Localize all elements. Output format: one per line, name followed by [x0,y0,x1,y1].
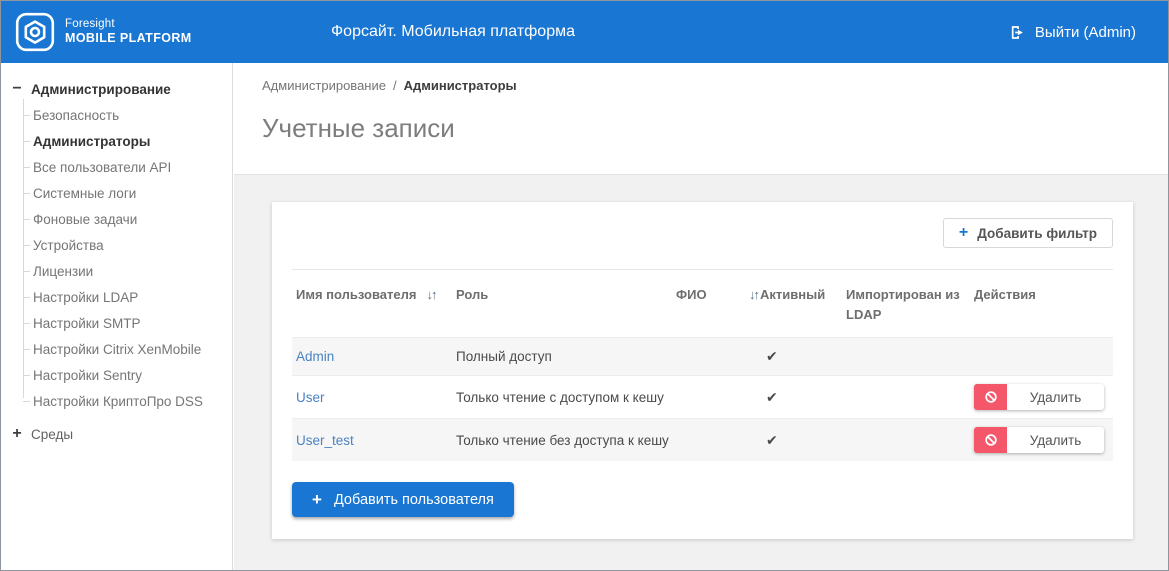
check-icon: ✔ [766,388,778,405]
sidebar-item-label: Устройства [33,237,104,253]
column-label: Действия [974,287,1036,302]
column-header-username: Имя пользователя ↓↑ [296,285,456,305]
delete-button-label: Удалить [1029,432,1082,448]
sidebar-item-administration[interactable]: − Администрирование [1,76,232,102]
delete-user-button[interactable]: Удалить [974,427,1104,454]
sidebar-item-label: Настройки Sentry [33,367,142,383]
username-link[interactable]: User_test [296,433,354,448]
sidebar-item-label: Фоновые задачи [33,211,138,227]
sidebar-item-administrators[interactable]: Администраторы [23,128,232,154]
brand-text: Foresight MOBILE PLATFORM [65,17,192,47]
plus-icon[interactable]: + [11,426,23,442]
column-label: ФИО [676,287,707,302]
sidebar-item-security[interactable]: Безопасность [23,102,232,128]
sidebar-nav: − Администрирование Безопасность Админис… [1,63,233,570]
column-header-fio: ФИО ↓↑ [676,285,760,305]
sidebar-item-label: Настройки КриптоПро DSS [33,393,203,409]
column-label: Активный [760,287,826,302]
brand-line2: MOBILE PLATFORM [65,31,192,46]
table-row: User Только чтение с доступом к кешу ✔ У… [292,375,1113,418]
check-icon: ✔ [766,348,778,365]
sidebar-item-system-logs[interactable]: Системные логи [23,180,232,206]
column-header-role: Роль [456,285,676,305]
plus-icon: + [958,224,969,241]
sidebar-item-devices[interactable]: Устройства [23,232,232,258]
sidebar-item-label: Настройки SMTP [33,315,141,331]
breadcrumb-parent[interactable]: Администрирование [262,78,386,93]
role-cell: Только чтение без доступа к кешу [456,432,669,448]
accounts-table: Имя пользователя ↓↑ Роль ФИО ↓↑ Активный [292,270,1113,462]
table-row: User_test Только чтение без доступа к ке… [292,418,1113,462]
page-title: Учетные записи [262,113,455,143]
app-window: Foresight MOBILE PLATFORM Форсайт. Мобил… [0,0,1169,571]
main-area: Администрирование / Администраторы Учетн… [234,63,1168,570]
breadcrumb-current: Администраторы [403,78,517,93]
sidebar-item-ldap-settings[interactable]: Настройки LDAP [23,284,232,310]
sidebar-item-label: Все пользователи API [33,159,172,175]
add-filter-label: Добавить фильтр [977,225,1097,241]
table-row: Admin Полный доступ ✔ [292,337,1113,376]
sidebar-item-label: Среды [31,426,74,442]
sidebar-subtree: Безопасность Администраторы Все пользова… [1,99,232,414]
delete-user-button[interactable]: Удалить [974,384,1104,411]
actions-cell: Удалить [974,427,1113,454]
add-filter-button[interactable]: + Добавить фильтр [942,218,1113,248]
accounts-card: + Добавить фильтр Имя пользователя ↓↑ Ро… [272,202,1133,539]
logout-label: Выйти (Admin) [1034,23,1136,41]
ban-icon [974,384,1007,411]
sort-icon[interactable]: ↓↑ [426,285,437,305]
username-link[interactable]: Admin [296,349,334,364]
check-icon: ✔ [766,431,778,448]
add-user-button[interactable]: + Добавить пользователя [292,482,514,518]
role-cell: Полный доступ [456,349,552,365]
minus-icon[interactable]: − [11,81,23,97]
foresight-hex-logo-icon [15,12,55,52]
column-label: Имя пользователя [296,287,417,302]
sidebar-item-label: Системные логи [33,185,137,201]
sidebar-item-smtp-settings[interactable]: Настройки SMTP [23,310,232,336]
brand-line1: Foresight [65,18,115,30]
table-header-row: Имя пользователя ↓↑ Роль ФИО ↓↑ Активный [292,270,1113,337]
actions-cell: Удалить [974,384,1113,411]
sidebar-item-sentry-settings[interactable]: Настройки Sentry [23,362,232,388]
ban-icon [974,427,1007,454]
sidebar-item-licenses[interactable]: Лицензии [23,258,232,284]
column-header-ldap: Импортирован из LDAP [846,285,974,325]
sidebar-item-api-users[interactable]: Все пользователи API [23,154,232,180]
page-head: Администрирование / Администраторы Учетн… [234,63,1168,174]
sidebar-item-cryptopro-settings[interactable]: Настройки КриптоПро DSS [23,388,232,414]
logout-button[interactable]: Выйти (Admin) [1009,24,1168,41]
column-header-actions: Действия [974,285,1113,305]
username-link[interactable]: User [296,390,325,405]
content-region: + Добавить фильтр Имя пользователя ↓↑ Ро… [234,174,1168,570]
column-label: Импортирован из LDAP [846,287,960,323]
logout-icon [1009,24,1026,41]
add-user-label: Добавить пользователя [333,491,494,508]
sort-icon[interactable]: ↓↑ [749,285,760,305]
column-label: Роль [456,287,489,302]
brand-logo: Foresight MOBILE PLATFORM [1,12,192,52]
sidebar-item-label: Лицензии [33,263,94,279]
sidebar-item-label: Администраторы [33,133,151,149]
sidebar-item-label: Администрирование [31,81,171,97]
breadcrumb-separator: / [392,78,397,93]
plus-icon: + [312,490,322,510]
role-cell: Только чтение с доступом к кешу [456,389,664,405]
delete-button-label: Удалить [1029,389,1082,405]
column-header-active: Активный [758,285,846,305]
breadcrumb: Администрирование / Администраторы [262,78,1140,93]
app-title: Форсайт. Мобильная платформа [331,23,575,40]
sidebar-item-background-tasks[interactable]: Фоновые задачи [23,206,232,232]
sidebar-item-label: Безопасность [33,107,120,123]
card-toolbar: + Добавить фильтр [292,218,1113,248]
sidebar-item-environments[interactable]: + Среды [1,421,232,447]
sidebar-item-citrix-settings[interactable]: Настройки Citrix XenMobile [23,336,232,362]
sidebar-item-label: Настройки Citrix XenMobile [33,341,202,357]
top-header: Foresight MOBILE PLATFORM Форсайт. Мобил… [1,1,1168,63]
sidebar-item-label: Настройки LDAP [33,289,139,305]
